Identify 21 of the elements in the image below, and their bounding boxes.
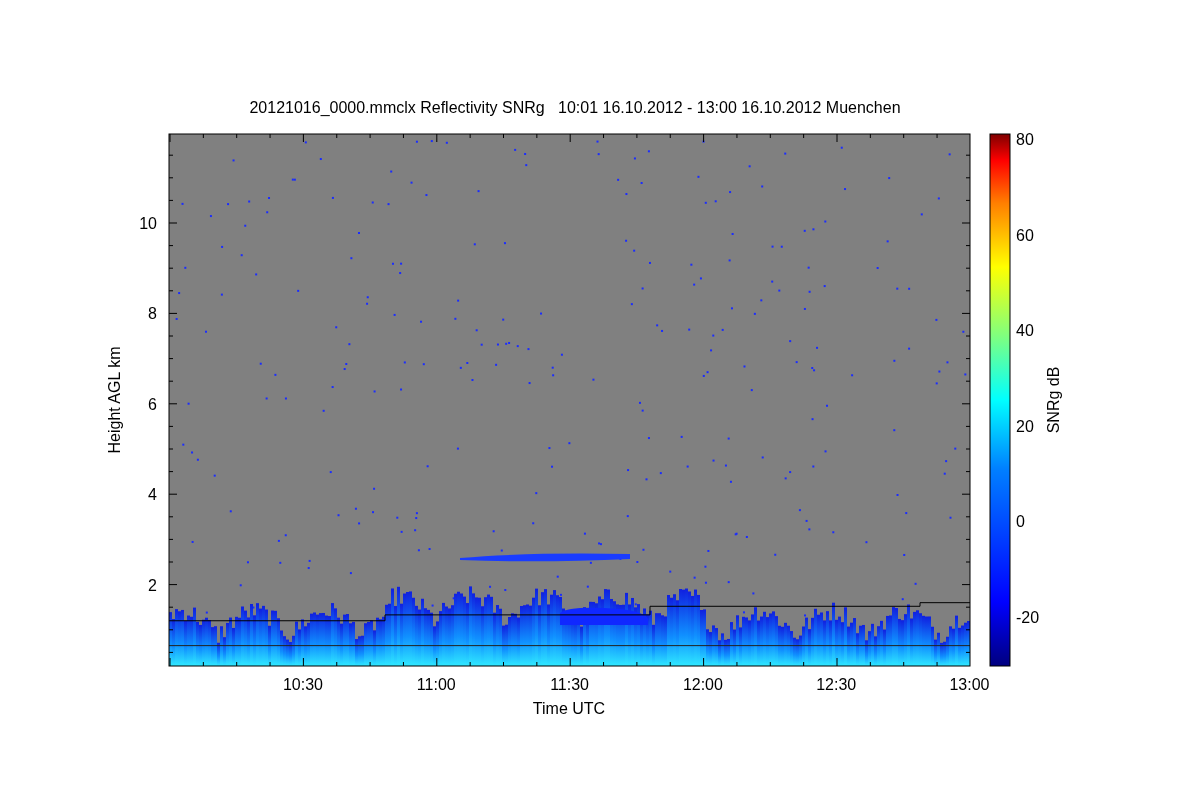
x-tick-label: 13:00 bbox=[949, 676, 990, 693]
y-tick-label: 6 bbox=[148, 395, 157, 413]
y-tick-label: 4 bbox=[148, 486, 157, 504]
chart-title: 20121016_0000.mmclx Reflectivity SNRg 10:01 16.10.2012 - 13:00 16.10.2012 Muenchen bbox=[249, 99, 901, 116]
colorbar-tick-label: -20 bbox=[1016, 609, 1040, 626]
y-tick-label: 10 bbox=[139, 215, 157, 232]
x-tick-label: 12:00 bbox=[682, 676, 723, 693]
x-tick-label: 11:30 bbox=[550, 676, 590, 693]
colorbar-tick-label: 80 bbox=[1016, 131, 1034, 148]
x-tick-label: 11:00 bbox=[416, 676, 456, 693]
colorbar-tick-label: 0 bbox=[1016, 513, 1025, 531]
colorbar-tick-label: 20 bbox=[1016, 417, 1034, 435]
y-tick-label: 8 bbox=[148, 305, 157, 323]
x-tick-label: 10:30 bbox=[283, 676, 323, 693]
colorbar-label: SNRg dB bbox=[1045, 366, 1062, 434]
y-tick-label: 2 bbox=[148, 576, 157, 594]
y-axis-label: Height AGL km bbox=[106, 346, 123, 454]
colorbar-tick-label: 60 bbox=[1016, 226, 1034, 244]
x-axis-label: Time UTC bbox=[532, 700, 606, 717]
x-tick-label: 12:30 bbox=[816, 676, 857, 693]
colorbar-tick-label: 40 bbox=[1016, 322, 1034, 340]
